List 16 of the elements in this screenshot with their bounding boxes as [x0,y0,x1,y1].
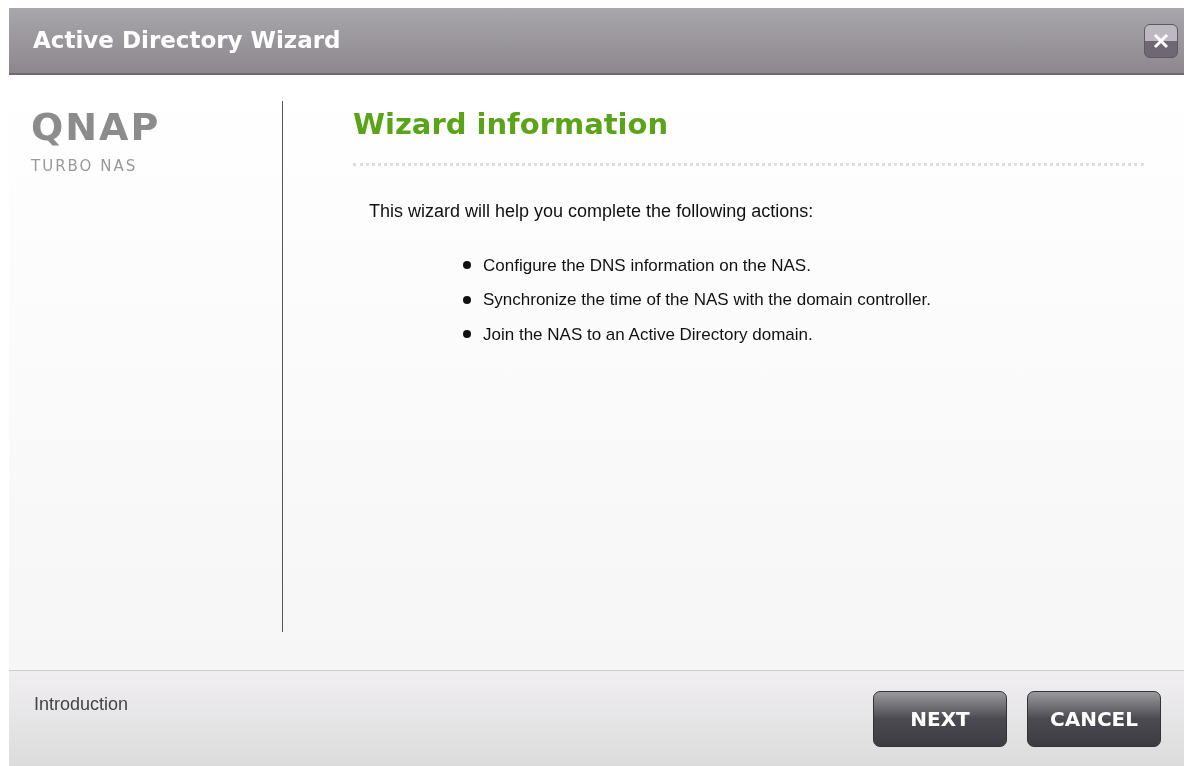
intro-text: This wizard will help you complete the following actions: [369,199,815,223]
logo-tagline: TURBO NAS [31,156,139,177]
bullet-icon [463,295,471,304]
window-title: Active Directory Wizard [33,26,341,56]
action-item: Join the NAS to an Active Directory domain. [483,323,813,346]
close-button[interactable] [1144,23,1178,58]
wizard-button[interactable]: NEXT [873,691,1007,747]
page-heading: Wizard information [353,103,1144,166]
bullet-icon [463,330,471,339]
step-label: Introduction [34,693,129,716]
action-item: Configure the DNS information on the NAS. [483,254,811,277]
close-icon [1152,31,1170,50]
bullet-icon [463,261,471,270]
wizard-button[interactable]: CANCEL [1027,691,1161,747]
action-item: Synchronize the time of the NAS with the domain controller. [483,289,931,311]
logo: QNAP [31,108,161,146]
